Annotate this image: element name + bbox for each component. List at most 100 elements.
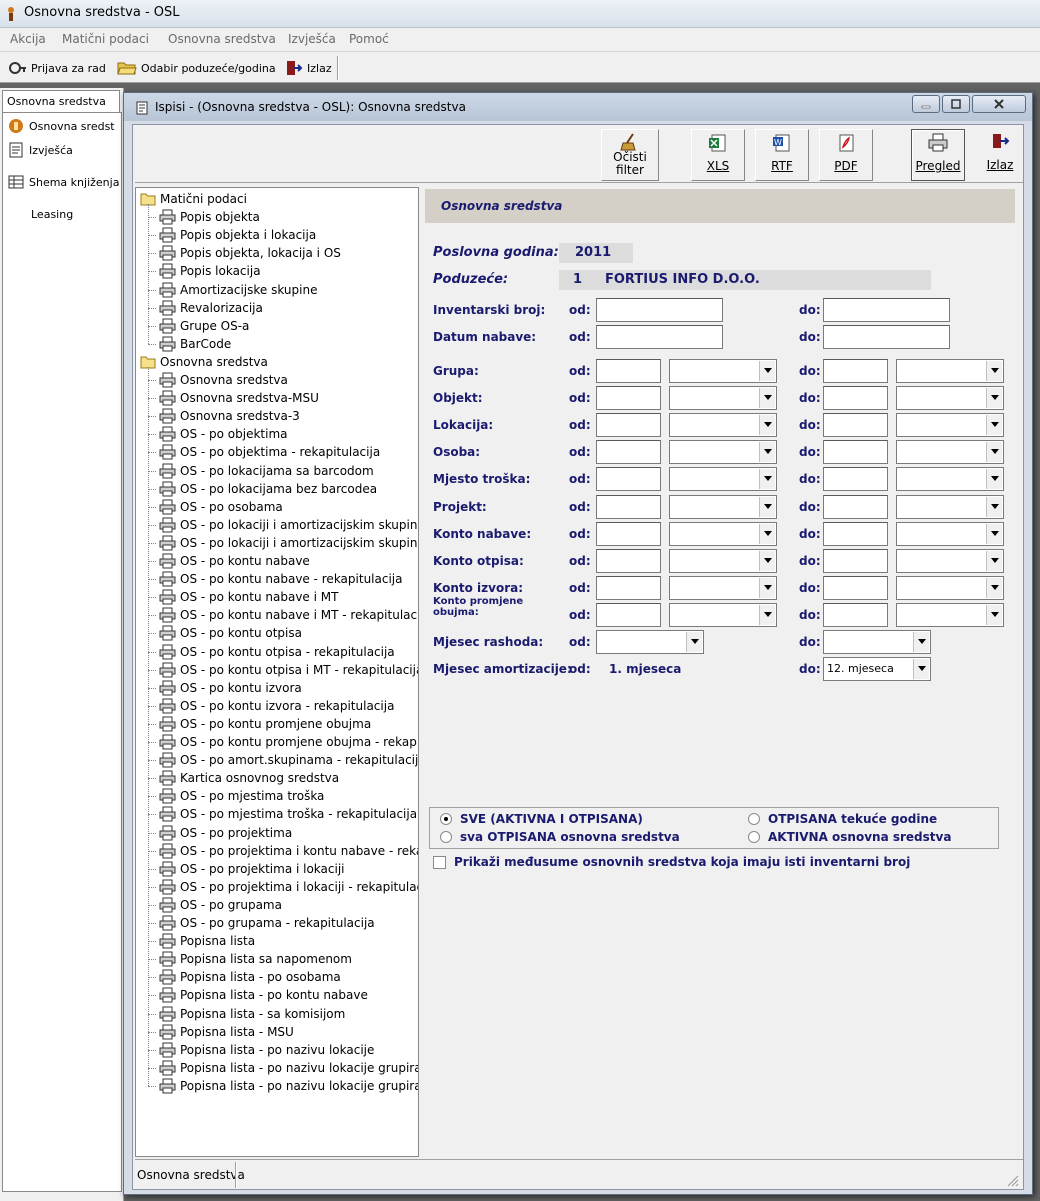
filter-from-code-input[interactable] (596, 413, 661, 438)
nav-item-osnovna-sredstva[interactable]: Osnovna sredst (7, 115, 115, 137)
xls-button[interactable]: XLS (691, 129, 745, 181)
filter-from-combo[interactable] (669, 494, 777, 519)
filter-to-code-input[interactable] (823, 440, 888, 465)
filter-from-combo[interactable] (669, 440, 777, 465)
close-button[interactable] (972, 95, 1026, 113)
tree-report-item[interactable]: Popisna lista - sa komisijom (158, 1005, 345, 1023)
tree-report-item[interactable]: OS - po lokacijama sa barcodom (158, 462, 374, 480)
nav-item-izvjesca[interactable]: Izvješća (7, 139, 73, 161)
filter-from-code-input[interactable] (596, 575, 661, 600)
dropdown-arrow-icon[interactable] (986, 442, 1002, 463)
dropdown-arrow-icon[interactable] (759, 415, 775, 436)
filter-to-code-input[interactable] (823, 521, 888, 546)
tree-report-item[interactable]: OS - po osobama (158, 498, 283, 516)
tree-report-item[interactable]: OS - po lokacijama bez barcodea (158, 480, 377, 498)
filter-from-code-input[interactable] (596, 521, 661, 546)
preview-button[interactable]: Pregled (911, 129, 965, 181)
filter-to-code-input[interactable] (823, 359, 888, 383)
tree-report-item[interactable]: BarCode (158, 335, 231, 353)
tree-report-item[interactable]: OS - po grupama (158, 896, 282, 914)
filter-to-code-input[interactable] (823, 467, 888, 492)
tree-report-item[interactable]: Popis objekta (158, 208, 260, 226)
filter-to-combo[interactable] (896, 602, 1004, 627)
tree-report-item[interactable]: OS - po kontu nabave (158, 552, 310, 570)
tree-report-item[interactable]: OS - po lokaciji i amortizacijskim skupi… (158, 516, 418, 534)
tree-report-item[interactable]: Osnovna sredstva (158, 371, 288, 389)
radio-active[interactable]: AKTIVNA osnovna sredstva (748, 830, 951, 844)
left-panel-tab[interactable]: Osnovna sredstva (2, 90, 120, 112)
filter-from-input[interactable] (596, 325, 723, 349)
filter-from-code-input[interactable] (596, 386, 661, 411)
dropdown-arrow-icon[interactable] (759, 442, 775, 463)
tree-report-item[interactable]: Popis objekta, lokacija i OS (158, 244, 341, 262)
filter-from-code-input[interactable] (596, 602, 661, 627)
filter-from-code-input[interactable] (596, 494, 661, 519)
tree-report-item[interactable]: OS - po lokaciji i amortizacijskim skupi… (158, 534, 418, 552)
dropdown-arrow-icon[interactable] (913, 632, 929, 652)
menu-akcija[interactable]: Akcija (10, 32, 46, 46)
filter-from-input[interactable] (596, 298, 723, 322)
tree-report-item[interactable]: OS - po kontu nabave - rekapitulacija (158, 570, 402, 588)
tree-report-item[interactable]: Popisna lista - po osobama (158, 968, 341, 986)
tree-report-item[interactable]: OS - po kontu izvora - rekapitulacija (158, 697, 394, 715)
filter-to-input[interactable] (823, 325, 950, 349)
tree-report-item[interactable]: OS - po mjestima troška - rekapitulacija (158, 805, 417, 823)
tree-folder[interactable]: Osnovna sredstva (140, 353, 268, 371)
tree-report-item[interactable]: OS - po kontu nabave i MT (158, 588, 338, 606)
tree-report-item[interactable]: OS - po kontu promjene obujma (158, 715, 371, 733)
tree-report-item[interactable]: Revalorizacija (158, 299, 263, 317)
filter-to-combo[interactable] (896, 521, 1004, 546)
filter-to-combo[interactable] (896, 440, 1004, 465)
write-off-month-from-combo[interactable] (596, 630, 704, 654)
menu-izvjesca[interactable]: Izvješća (288, 32, 336, 46)
tree-report-item[interactable]: OS - po kontu otpisa (158, 624, 302, 642)
dropdown-arrow-icon[interactable] (759, 361, 775, 381)
radio-all-written-off[interactable]: sva OTPISANA osnovna sredstva (440, 830, 680, 844)
tree-report-item[interactable]: OS - po amort.skupinama - rekapitulacija (158, 751, 418, 769)
tree-report-item[interactable]: Popis lokacija (158, 262, 261, 280)
dropdown-arrow-icon[interactable] (986, 496, 1002, 517)
filter-to-code-input[interactable] (823, 494, 888, 519)
tree-report-item[interactable]: OS - po kontu promjene obujma - rekapitu… (158, 733, 418, 751)
radio-active-circle[interactable] (748, 831, 760, 843)
nav-item-shema-knjizenja[interactable]: Shema knjiženja (7, 171, 119, 193)
tree-report-item[interactable]: OS - po mjestima troška (158, 787, 324, 805)
nav-item-leasing[interactable]: Leasing (31, 203, 73, 225)
dialog-exit-button[interactable]: Izlaz (977, 129, 1023, 181)
dropdown-arrow-icon[interactable] (986, 523, 1002, 544)
tree-report-item[interactable]: OS - po projektima i lokaciji - rekapitu… (158, 878, 418, 896)
dropdown-arrow-icon[interactable] (986, 577, 1002, 598)
filter-from-code-input[interactable] (596, 440, 661, 465)
tree-report-item[interactable]: OS - po kontu otpisa - rekapitulacija (158, 643, 395, 661)
dropdown-arrow-icon[interactable] (913, 659, 929, 679)
rtf-button[interactable]: W RTF (755, 129, 809, 181)
tree-report-item[interactable]: Osnovna sredstva-3 (158, 407, 300, 425)
tree-report-item[interactable]: OS - po kontu nabave i MT - rekapitulaci… (158, 606, 418, 624)
tree-folder[interactable]: Matični podaci (140, 190, 247, 208)
dropdown-arrow-icon[interactable] (759, 604, 775, 625)
menu-pomoc[interactable]: Pomoć (349, 32, 389, 46)
tree-report-item[interactable]: OS - po kontu izvora (158, 679, 302, 697)
report-tree[interactable]: Matični podaci Popis objekta Popis objekta… (135, 187, 419, 1157)
filter-to-combo[interactable] (896, 413, 1004, 438)
dropdown-arrow-icon[interactable] (686, 632, 702, 652)
dropdown-arrow-icon[interactable] (759, 388, 775, 409)
filter-from-code-input[interactable] (596, 548, 661, 573)
filter-to-combo[interactable] (896, 575, 1004, 600)
tree-report-item[interactable]: Popisna lista - MSU (158, 1023, 294, 1041)
filter-to-code-input[interactable] (823, 602, 888, 627)
filter-from-combo[interactable] (669, 548, 777, 573)
filter-to-code-input[interactable] (823, 548, 888, 573)
filter-from-combo[interactable] (669, 413, 777, 438)
tree-report-item[interactable]: Popisna lista sa napomenom (158, 950, 352, 968)
tree-report-item[interactable]: Popisna lista (158, 932, 255, 950)
filter-to-combo[interactable] (896, 386, 1004, 411)
tree-report-item[interactable]: OS - po objektima - rekapitulacija (158, 443, 380, 461)
clear-filter-button[interactable]: Očisti filter (601, 129, 659, 181)
resize-grip-icon[interactable] (1007, 1175, 1019, 1187)
select-company-button[interactable]: Odabir poduzeće/godina (114, 56, 279, 80)
tree-report-item[interactable]: Popisna lista - po kontu nabave (158, 986, 368, 1004)
dropdown-arrow-icon[interactable] (759, 469, 775, 490)
depreciation-month-to-combo[interactable]: 12. mjeseca (823, 657, 931, 681)
tree-report-item[interactable]: OS - po projektima i kontu nabave - reka… (158, 842, 418, 860)
